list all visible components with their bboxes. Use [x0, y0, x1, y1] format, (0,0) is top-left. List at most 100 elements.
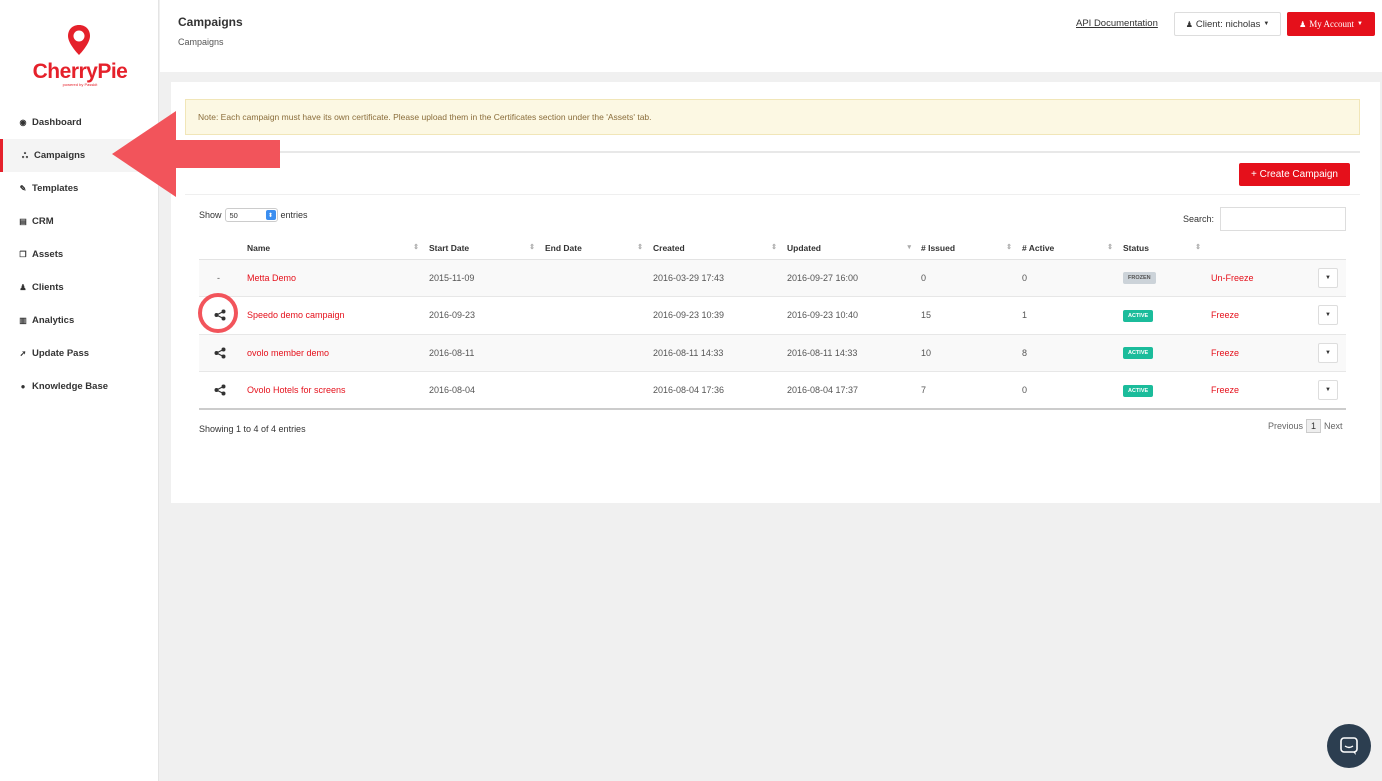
issued-cell: 0 — [921, 259, 1022, 297]
chat-icon — [1340, 737, 1358, 755]
campaign-name-link[interactable]: Metta Demo — [247, 273, 296, 283]
column-header-issued[interactable]: # Issued ⇕ — [921, 237, 1022, 260]
sidebar-item-label: Assets — [32, 249, 64, 260]
entries-select[interactable]: 50 ⬍ — [224, 208, 278, 222]
sitemap-icon: ஃ — [21, 150, 29, 160]
end-date-cell — [545, 334, 653, 372]
sidebar-item-update-pass[interactable]: ➚ Update Pass — [0, 337, 159, 370]
share-icon[interactable] — [211, 306, 229, 324]
column-header-updated[interactable]: Updated ▾ — [787, 237, 921, 260]
sort-icon: ⇕ — [1006, 244, 1012, 251]
sidebar-item-label: CRM — [32, 216, 54, 227]
sort-icon: ⇕ — [771, 244, 777, 251]
freeze-link[interactable]: Freeze — [1211, 385, 1239, 395]
sidebar: CherryPie powered by Passkit ◉ Dashboard … — [0, 0, 159, 781]
active-cell: 0 — [1022, 259, 1123, 297]
active-cell: 0 — [1022, 371, 1123, 410]
next-page-button[interactable]: Next — [1324, 421, 1343, 431]
issued-cell: 15 — [921, 296, 1022, 335]
database-icon: ▤ — [19, 217, 27, 226]
divider — [185, 151, 1360, 153]
column-header-name[interactable]: Name ⇕ — [247, 237, 429, 260]
sidebar-item-knowledge-base[interactable]: ● Knowledge Base — [0, 370, 159, 403]
status-badge: ACTIVE — [1123, 384, 1154, 397]
column-header-active[interactable]: # Active ⇕ — [1022, 237, 1123, 260]
previous-page-button[interactable]: Previous — [1268, 421, 1303, 431]
column-header-start-date[interactable]: Start Date ⇕ — [429, 237, 545, 260]
top-header: Campaigns Campaigns API Documentation ♟ … — [160, 0, 1382, 72]
sidebar-item-analytics[interactable]: ▥ Analytics — [0, 304, 159, 337]
sidebar-item-templates[interactable]: ✎ Templates — [0, 172, 159, 205]
campaign-name-link[interactable]: ovolo member demo — [247, 348, 329, 358]
created-cell: 2016-03-29 17:43 — [653, 259, 787, 297]
column-header-created[interactable]: Created ⇕ — [653, 237, 787, 260]
logo-pin-icon — [68, 25, 90, 55]
logo-wordmark: CherryPie — [32, 60, 128, 83]
search-input[interactable] — [1220, 207, 1346, 231]
chat-launcher-button[interactable] — [1327, 724, 1371, 768]
issued-cell: 7 — [921, 371, 1022, 410]
created-cell: 2016-08-04 17:36 — [653, 371, 787, 410]
row-lead: - — [199, 259, 247, 297]
row-menu-button[interactable]: ▼ — [1318, 267, 1338, 288]
sidebar-item-label: Templates — [32, 183, 79, 194]
sort-icon: ⇕ — [529, 244, 535, 251]
page-1-button[interactable]: 1 — [1306, 419, 1322, 433]
created-cell: 2016-08-11 14:33 — [653, 334, 787, 372]
caret-down-icon: ▼ — [1325, 387, 1331, 393]
user-icon: ♟ — [19, 283, 27, 292]
row-menu-button[interactable]: ▼ — [1318, 342, 1338, 363]
start-date-cell: 2016-09-23 — [429, 296, 545, 335]
start-date-cell: 2015-11-09 — [429, 259, 545, 297]
column-header-action — [1211, 237, 1292, 260]
row-menu-button[interactable]: ▼ — [1318, 380, 1338, 400]
freeze-link[interactable]: Freeze — [1211, 310, 1239, 320]
sidebar-item-label: Knowledge Base — [32, 381, 109, 392]
sidebar-item-label: Campaigns — [34, 150, 86, 161]
table-header-row: Name ⇕ Start Date ⇕ End Date ⇕ Created ⇕ Upd… — [199, 237, 1346, 260]
column-header-menu — [1292, 237, 1346, 260]
column-header-end-date[interactable]: End Date ⇕ — [545, 237, 653, 260]
sidebar-item-crm[interactable]: ▤ CRM — [0, 205, 159, 238]
caret-down-icon: ▼ — [1325, 349, 1331, 356]
row-menu-button[interactable]: ▼ — [1318, 305, 1338, 326]
api-documentation-link[interactable]: API Documentation — [1076, 18, 1158, 29]
updated-cell: 2016-09-23 10:40 — [787, 296, 921, 335]
client-dropdown-button[interactable]: ♟ Client: nicholas ▼ — [1174, 12, 1281, 36]
table-row: Ovolo Hotels for screens 2016-08-04 2016… — [199, 371, 1346, 410]
user-icon: ♟ — [1185, 19, 1193, 29]
created-cell: 2016-09-23 10:39 — [653, 296, 787, 335]
sidebar-item-clients[interactable]: ♟ Clients — [0, 271, 159, 304]
certificate-note: Note: Each campaign must have its own ce… — [185, 99, 1360, 135]
sort-icon: ⇕ — [1195, 244, 1201, 251]
campaign-name-link[interactable]: Speedo demo campaign — [247, 310, 345, 320]
rocket-icon: ➚ — [19, 349, 27, 358]
freeze-link[interactable]: Freeze — [1211, 348, 1239, 358]
table-row: - Metta Demo 2015-11-09 2016-03-29 17:43… — [199, 259, 1346, 297]
issued-cell: 10 — [921, 334, 1022, 372]
updated-cell: 2016-09-27 16:00 — [787, 259, 921, 297]
campaign-name-link[interactable]: Ovolo Hotels for screens — [247, 385, 346, 395]
sidebar-item-label: Analytics — [32, 315, 75, 326]
share-icon[interactable] — [211, 344, 229, 362]
sort-icon: ▾ — [907, 244, 911, 251]
start-date-cell: 2016-08-11 — [429, 334, 545, 372]
sort-icon: ⇕ — [413, 244, 419, 251]
sidebar-item-label: Update Pass — [32, 348, 90, 359]
cherrypie-logo[interactable]: CherryPie powered by Passkit — [28, 24, 132, 88]
pagination: Previous 1 Next — [1268, 419, 1343, 433]
end-date-cell — [545, 296, 653, 335]
page-title: Campaigns — [178, 15, 243, 29]
unfreeze-link[interactable]: Un-Freeze — [1211, 273, 1254, 283]
sidebar-item-dashboard[interactable]: ◉ Dashboard — [0, 106, 159, 139]
show-label: Show — [199, 210, 222, 220]
my-account-button[interactable]: ♟ My Account ▼ — [1287, 12, 1375, 36]
updated-cell: 2016-08-04 17:37 — [787, 371, 921, 410]
sidebar-item-assets[interactable]: ❐ Assets — [0, 238, 159, 271]
share-icon[interactable] — [211, 381, 229, 399]
column-header-status[interactable]: Status ⇕ — [1123, 237, 1211, 260]
question-circle-icon: ● — [20, 382, 26, 391]
sidebar-item-campaigns[interactable]: ஃ Campaigns — [0, 139, 159, 172]
create-campaign-button[interactable]: + Create Campaign — [1239, 163, 1350, 186]
entries-select-value: 50 — [229, 210, 238, 220]
